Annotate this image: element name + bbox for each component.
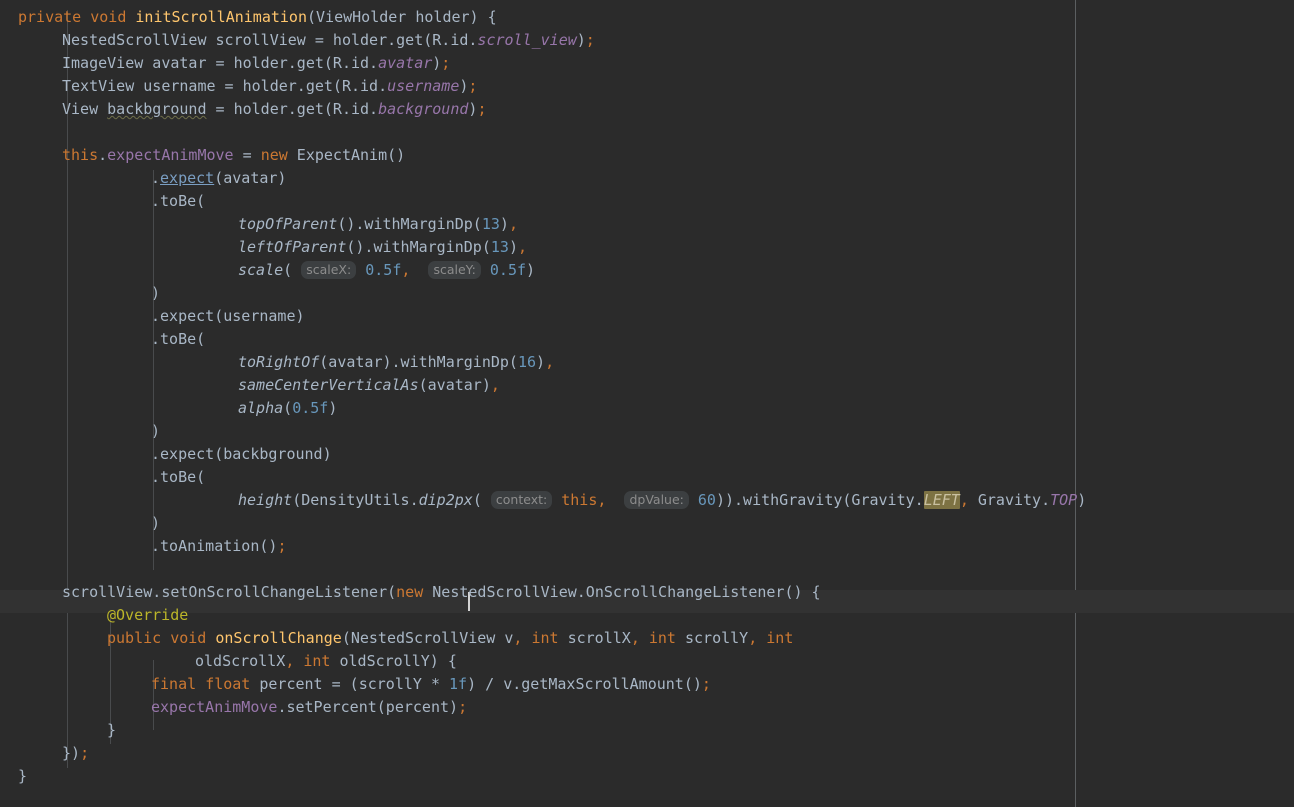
- code-line[interactable]: ): [0, 512, 1294, 535]
- code-line[interactable]: NestedScrollView scrollView = holder.get…: [0, 29, 1294, 52]
- code-line[interactable]: expectAnimMove.setPercent(percent);: [0, 696, 1294, 719]
- code-line[interactable]: leftOfParent().withMarginDp(13),: [0, 236, 1294, 259]
- code-line[interactable]: ImageView avatar = holder.get(R.id.avata…: [0, 52, 1294, 75]
- code-line[interactable]: .toBe(: [0, 466, 1294, 489]
- code-line-blank[interactable]: [0, 558, 1294, 581]
- parameter-hint-context: context:: [490, 491, 553, 509]
- code-line[interactable]: }: [0, 719, 1294, 742]
- code-line[interactable]: View backbground = holder.get(R.id.backg…: [0, 98, 1294, 121]
- code-line[interactable]: .expect(username): [0, 305, 1294, 328]
- code-line[interactable]: public void onScrollChange(NestedScrollV…: [0, 627, 1294, 650]
- code-line-blank[interactable]: [0, 121, 1294, 144]
- code-line[interactable]: .toBe(: [0, 328, 1294, 351]
- search-highlight-left: LEFT: [923, 491, 960, 509]
- code-line[interactable]: .expect(avatar): [0, 167, 1294, 190]
- code-line[interactable]: });: [0, 742, 1294, 765]
- code-line[interactable]: private void initScrollAnimation(ViewHol…: [0, 6, 1294, 29]
- code-line[interactable]: toRightOf(avatar).withMarginDp(16),: [0, 351, 1294, 374]
- code-line[interactable]: topOfParent().withMarginDp(13),: [0, 213, 1294, 236]
- code-line[interactable]: ): [0, 282, 1294, 305]
- code-line[interactable]: final float percent = (scrollY * 1f) / v…: [0, 673, 1294, 696]
- code-editor-pane[interactable]: private void initScrollAnimation(ViewHol…: [0, 0, 1294, 807]
- code-line[interactable]: height(DensityUtils.dip2px( context: thi…: [0, 489, 1294, 512]
- code-line[interactable]: alpha(0.5f): [0, 397, 1294, 420]
- code-line-current[interactable]: scrollView.setOnScrollChangeListener(new…: [0, 581, 1294, 604]
- parameter-hint-dpvalue: dpValue:: [624, 491, 689, 509]
- code-line[interactable]: .toBe(: [0, 190, 1294, 213]
- code-line[interactable]: .expect(backbground): [0, 443, 1294, 466]
- code-line[interactable]: @Override: [0, 604, 1294, 627]
- code-line[interactable]: this.expectAnimMove = new ExpectAnim(): [0, 144, 1294, 167]
- code-line[interactable]: .toAnimation();: [0, 535, 1294, 558]
- code-line[interactable]: TextView username = holder.get(R.id.user…: [0, 75, 1294, 98]
- code-line[interactable]: ): [0, 420, 1294, 443]
- parameter-hint-scaley: scaleY:: [428, 261, 481, 279]
- code-line[interactable]: }: [0, 765, 1294, 788]
- code-line[interactable]: sameCenterVerticalAs(avatar),: [0, 374, 1294, 397]
- code-line[interactable]: oldScrollX, int oldScrollY) {: [0, 650, 1294, 673]
- code-text-content[interactable]: private void initScrollAnimation(ViewHol…: [0, 0, 1294, 807]
- parameter-hint-scalex: scaleX:: [301, 261, 357, 279]
- code-line[interactable]: scale( scaleX: 0.5f, scaleY: 0.5f): [0, 259, 1294, 282]
